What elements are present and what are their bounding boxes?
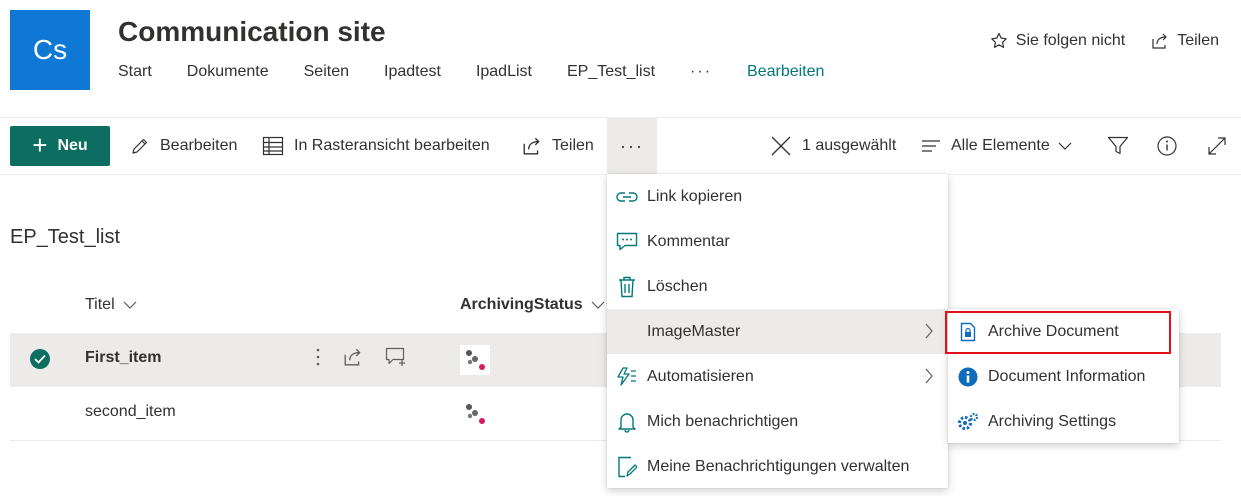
share-label: Teilen — [552, 137, 594, 154]
menu-item-label: Kommentar — [647, 232, 730, 250]
submenu-item-document-information[interactable]: Document Information — [948, 354, 1179, 399]
nav-item-ipadtest[interactable]: Ipadtest — [384, 63, 441, 81]
edit-label: Bearbeiten — [160, 137, 238, 154]
new-button[interactable]: + Neu — [10, 126, 110, 166]
info-icon — [948, 367, 988, 387]
grid-edit-button[interactable]: In Rasteransicht bearbeiten — [262, 126, 490, 166]
clear-selection-button[interactable]: 1 ausgewählt — [770, 126, 896, 166]
row-comment-icon[interactable] — [385, 347, 407, 367]
plus-icon: + — [32, 130, 48, 160]
view-lines-icon — [921, 138, 951, 154]
row-actions — [315, 347, 429, 367]
menu-item-label: Link kopieren — [647, 187, 743, 205]
nav-item-seiten[interactable]: Seiten — [304, 63, 349, 81]
archiving-status-icon — [460, 399, 490, 429]
row-selected-check-icon[interactable] — [30, 349, 50, 369]
view-label: Alle Elemente — [951, 137, 1050, 154]
menu-item-label: Mich benachrichtigen — [647, 412, 799, 430]
nav-edit-link[interactable]: Bearbeiten — [747, 63, 824, 81]
row-more-icon[interactable] — [315, 347, 321, 367]
column-header-archivingstatus[interactable]: ArchivingStatus — [460, 296, 605, 314]
chevron-down-icon — [1058, 141, 1082, 151]
submenu-item-label: Document Information — [988, 367, 1146, 385]
close-icon — [770, 135, 802, 157]
column-header-titel[interactable]: Titel — [85, 296, 137, 314]
grid-icon — [262, 136, 294, 156]
selected-count-label: 1 ausgewählt — [802, 137, 897, 154]
menu-item-benachrichtigungen-verwalten[interactable]: Meine Benachrichtigungen verwalten — [607, 444, 948, 489]
new-button-label: Neu — [57, 137, 88, 154]
submenu-item-archiving-settings[interactable]: Archiving Settings — [948, 399, 1179, 444]
expand-icon — [1206, 135, 1238, 157]
archive-document-icon — [948, 322, 988, 342]
bell-icon — [607, 411, 647, 433]
star-icon — [990, 32, 1016, 50]
list-title: EP_Test_list — [10, 226, 121, 248]
imagemaster-submenu: Archive Document Document Information Ar… — [948, 309, 1179, 443]
submenu-item-label: Archive Document — [988, 322, 1119, 340]
fullscreen-button[interactable] — [1206, 126, 1238, 166]
nav-item-dokumente[interactable]: Dokumente — [187, 63, 269, 81]
menu-item-automatisieren[interactable]: Automatisieren — [607, 354, 948, 399]
follow-label: Sie folgen nicht — [1015, 32, 1126, 49]
menu-item-kommentar[interactable]: Kommentar — [607, 219, 948, 264]
submenu-item-archive-document[interactable]: Archive Document — [948, 309, 1179, 354]
command-bar: + Neu Bearbeiten In Rasteransicht bearbe… — [0, 118, 1241, 174]
pencil-icon — [130, 136, 160, 156]
column-archivingstatus-label: ArchivingStatus — [460, 296, 583, 313]
chevron-right-icon — [924, 323, 934, 344]
share-button[interactable]: Teilen — [522, 126, 594, 166]
site-logo[interactable]: Cs — [10, 10, 90, 90]
header-actions: Sie folgen nicht Teilen — [964, 32, 1219, 50]
menu-item-loeschen[interactable]: Löschen — [607, 264, 948, 309]
link-icon — [607, 190, 647, 204]
trash-icon — [607, 276, 647, 298]
context-menu: Link kopieren Kommentar Löschen ImageMas… — [607, 174, 948, 488]
more-actions-button[interactable]: ··· — [607, 118, 657, 174]
nav-more-button[interactable]: ··· — [690, 63, 712, 81]
follow-button[interactable]: Sie folgen nicht — [990, 32, 1125, 50]
site-logo-text: Cs — [32, 34, 68, 65]
menu-item-mich-benachrichtigen[interactable]: Mich benachrichtigen — [607, 399, 948, 444]
chevron-down-icon — [591, 300, 605, 310]
info-button[interactable] — [1156, 126, 1188, 166]
flow-icon — [607, 366, 647, 387]
settings-gears-icon — [948, 412, 988, 432]
menu-item-label: Löschen — [647, 277, 708, 295]
site-navigation: Start Dokumente Seiten Ipadtest IpadList… — [118, 62, 824, 82]
nav-item-ipadlist[interactable]: IpadList — [476, 63, 532, 81]
share-label: Teilen — [1177, 32, 1219, 49]
column-title-label: Titel — [85, 296, 115, 313]
menu-item-imagemaster[interactable]: ImageMaster — [607, 309, 948, 354]
row-title[interactable]: First_item — [85, 349, 161, 367]
menu-item-label: Meine Benachrichtigungen verwalten — [647, 457, 910, 475]
archiving-status-icon — [460, 345, 490, 375]
chevron-right-icon — [924, 368, 934, 389]
manage-alerts-icon — [607, 456, 647, 478]
menu-item-label: Automatisieren — [647, 367, 754, 385]
site-title[interactable]: Communication site — [118, 16, 386, 48]
menu-item-link-kopieren[interactable]: Link kopieren — [607, 174, 948, 219]
share-icon — [522, 136, 552, 156]
site-share-button[interactable]: Teilen — [1151, 32, 1219, 50]
share-icon — [1151, 32, 1177, 50]
info-icon — [1156, 135, 1188, 157]
filter-button[interactable] — [1107, 126, 1139, 166]
nav-item-start[interactable]: Start — [118, 63, 152, 81]
menu-item-label: ImageMaster — [647, 322, 741, 340]
submenu-item-label: Archiving Settings — [988, 412, 1117, 430]
filter-icon — [1107, 136, 1139, 156]
row-title[interactable]: second_item — [85, 403, 176, 421]
edit-button[interactable]: Bearbeiten — [130, 126, 237, 166]
comment-icon — [607, 232, 647, 252]
view-selector[interactable]: Alle Elemente — [921, 126, 1082, 166]
nav-item-ep-test-list[interactable]: EP_Test_list — [567, 63, 655, 81]
chevron-down-icon — [123, 300, 137, 310]
row-share-icon[interactable] — [343, 347, 363, 367]
grid-edit-label: In Rasteransicht bearbeiten — [294, 137, 490, 154]
